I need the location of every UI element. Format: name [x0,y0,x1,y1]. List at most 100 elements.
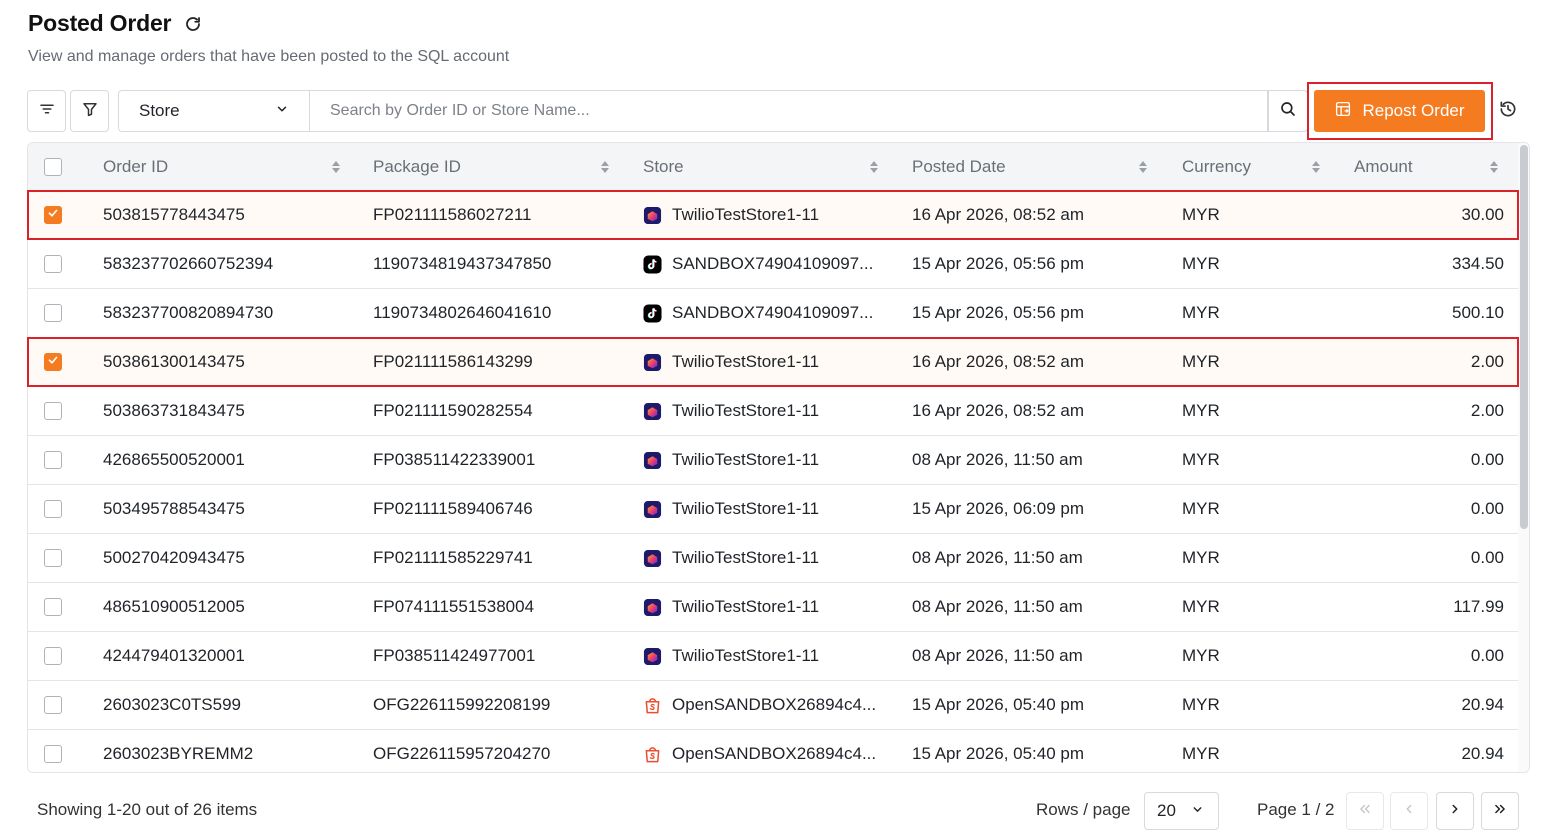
order-id-cell: 503815778443475 [103,205,245,224]
package-id-cell: FP021111585229741 [373,548,533,567]
amount-cell: 0.00 [1470,548,1504,567]
currency-cell: MYR [1182,646,1220,665]
lazada-icon [643,549,662,568]
amount-cell: 117.99 [1453,597,1504,616]
store-cell: TwilioTestStore1-11 [643,436,819,484]
table-row[interactable]: 424479401320001 FP038511424977001 TwilioTe… [28,632,1518,681]
search-button[interactable] [1268,90,1308,132]
currency-cell: MYR [1182,548,1220,567]
store-cell: OpenSANDBOX26894c4... [643,730,876,772]
order-id-cell: 583237702660752394 [103,254,274,273]
column-header-order-id[interactable]: Order ID [103,143,168,191]
table-row[interactable]: 2603023C0TS599 OFG226115992208199 OpenSAND… [28,681,1518,730]
row-checkbox[interactable] [44,451,62,469]
row-checkbox[interactable] [44,206,62,224]
row-checkbox[interactable] [44,549,62,567]
row-checkbox[interactable] [44,647,62,665]
table-row[interactable]: 426865500520001 FP038511422339001 TwilioTe… [28,436,1518,485]
chevron-right-icon [1448,802,1462,821]
search-input[interactable] [310,91,1267,131]
orders-table: Order ID Package ID Store Posted Date Cu… [27,142,1530,773]
amount-cell: 0.00 [1470,646,1504,665]
row-checkbox[interactable] [44,353,62,371]
table-row[interactable]: 503863731843475 FP021111590282554 TwilioTe… [28,387,1518,436]
repost-order-button[interactable]: Repost Order [1314,90,1485,132]
posted-date-cell: 16 Apr 2026, 08:52 am [912,205,1085,224]
last-page-button[interactable] [1481,792,1519,830]
lazada-icon [643,206,662,225]
currency-cell: MYR [1182,597,1220,616]
tiktok-icon [643,254,662,274]
select-all-checkbox[interactable] [44,158,62,176]
table-row[interactable]: 503495788543475 FP021111589406746 TwilioTe… [28,485,1518,534]
column-header-store[interactable]: Store [643,143,684,191]
store-name: TwilioTestStore1-11 [672,401,820,420]
store-name: TwilioTestStore1-11 [672,205,820,224]
currency-cell: MYR [1182,450,1220,469]
table-row[interactable]: 583237702660752394 1190734819437347850 SAN… [28,240,1518,289]
store-name: SANDBOX74904109097... [672,254,874,273]
sort-arrows-icon[interactable] [869,160,879,174]
column-header-posted-date[interactable]: Posted Date [912,143,1006,191]
table-row[interactable]: 486510900512005 FP074111551538004 TwilioTe… [28,583,1518,632]
posted-date-cell: 08 Apr 2026, 11:50 am [912,597,1083,616]
package-id-cell: FP021111590282554 [373,401,533,420]
amount-cell: 334.50 [1452,254,1504,273]
table-row[interactable]: 2603023BYREMM2 OFG226115957204270 OpenSAND… [28,730,1518,772]
store-select[interactable]: Store [118,90,310,132]
order-id-cell: 503863731843475 [103,401,245,420]
column-header-amount[interactable]: Amount [1354,143,1413,191]
order-id-cell: 500270420943475 [103,548,245,567]
sort-arrows-icon[interactable] [1311,160,1321,174]
row-checkbox[interactable] [44,745,62,763]
table-row[interactable]: 503861300143475 FP021111586143299 TwilioTe… [28,338,1518,387]
package-id-cell: FP074111551538004 [373,597,535,616]
store-name: SANDBOX74904109097... [672,303,874,322]
rows-per-page-select[interactable]: 20 [1144,792,1219,830]
lazada-icon [643,402,662,421]
table-row[interactable]: 503815778443475 FP021111586027211 TwilioTe… [28,191,1518,240]
column-header-currency[interactable]: Currency [1182,143,1251,191]
sort-button[interactable] [27,90,66,132]
order-id-cell: 503861300143475 [103,352,245,371]
prev-page-button[interactable] [1390,792,1428,830]
row-checkbox[interactable] [44,598,62,616]
package-id-cell: FP021111586143299 [373,352,533,371]
sort-arrows-icon[interactable] [600,160,610,174]
currency-cell: MYR [1182,205,1220,224]
store-cell: SANDBOX74904109097... [643,289,873,337]
search-icon [1279,100,1297,123]
row-checkbox[interactable] [44,500,62,518]
sort-arrows-icon[interactable] [331,160,341,174]
search-box [310,90,1268,132]
table-row[interactable]: 583237700820894730 1190734802646041610 SAN… [28,289,1518,338]
sort-arrows-icon[interactable] [1138,160,1148,174]
row-checkbox[interactable] [44,402,62,420]
row-checkbox[interactable] [44,696,62,714]
order-id-cell: 426865500520001 [103,450,245,469]
chevrons-right-icon [1493,802,1507,821]
repost-order-label: Repost Order [1362,101,1465,120]
next-page-button[interactable] [1436,792,1474,830]
scrollbar-thumb[interactable] [1520,145,1528,529]
currency-cell: MYR [1182,695,1220,714]
store-name: TwilioTestStore1-11 [672,597,820,616]
store-cell: TwilioTestStore1-11 [643,534,819,582]
filter-button[interactable] [70,90,109,132]
store-cell: TwilioTestStore1-11 [643,191,819,239]
table-row[interactable]: 500270420943475 FP021111585229741 TwilioTe… [28,534,1518,583]
first-page-button[interactable] [1346,792,1384,830]
package-id-cell: OFG226115992208199 [373,695,551,714]
order-id-cell: 583237700820894730 [103,303,274,322]
store-name: TwilioTestStore1-11 [672,450,820,469]
history-button[interactable] [1494,96,1522,126]
posted-date-cell: 16 Apr 2026, 08:52 am [912,352,1085,371]
sort-arrows-icon[interactable] [1489,160,1499,174]
row-checkbox[interactable] [44,255,62,273]
posted-date-cell: 15 Apr 2026, 06:09 pm [912,499,1085,518]
row-checkbox[interactable] [44,304,62,322]
posted-date-cell: 15 Apr 2026, 05:40 pm [912,695,1085,714]
refresh-icon[interactable] [183,14,203,34]
store-cell: OpenSANDBOX26894c4... [643,681,876,729]
column-header-package-id[interactable]: Package ID [373,143,461,191]
